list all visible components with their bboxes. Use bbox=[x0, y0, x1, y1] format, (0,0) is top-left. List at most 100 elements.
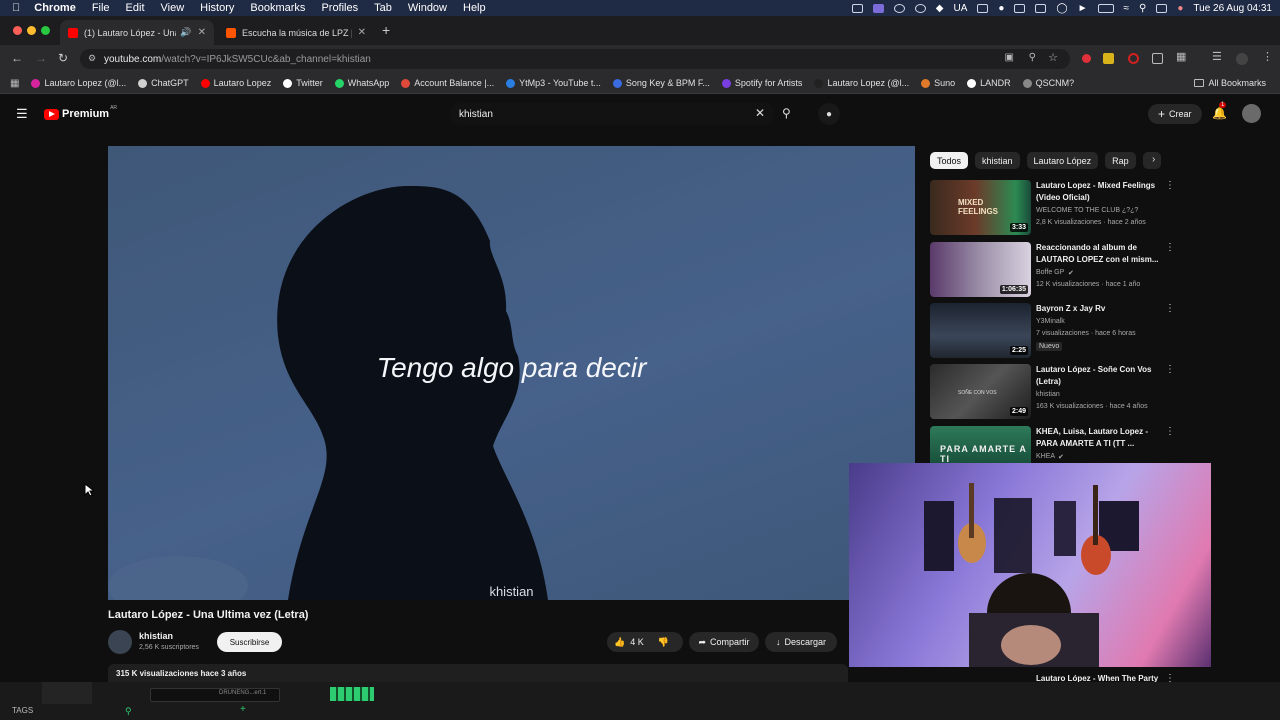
more-options-icon[interactable]: ⋮ bbox=[1165, 180, 1175, 191]
video-thumbnail[interactable]: SOÑE CON VOS 2:49 bbox=[930, 364, 1031, 419]
chips-next-icon[interactable]: › bbox=[1152, 154, 1155, 165]
bookmark-item[interactable]: LANDR bbox=[967, 78, 1011, 88]
extensions-puzzle-icon[interactable]: ▦ bbox=[1176, 50, 1186, 63]
chip-lautaro-lopez[interactable]: Lautaro López bbox=[1026, 152, 1099, 169]
recommendation-item[interactable]: SOÑE CON VOS 2:49 Lautaro López - Soñe C… bbox=[930, 364, 1180, 419]
recommendation-item[interactable]: 2:25 Bayron Z x Jay Rv Y3Minalk 7 visual… bbox=[930, 303, 1180, 358]
tab-youtube[interactable]: (1) Lautaro López - Una Ultima vez 🔊 ✕ bbox=[60, 20, 214, 45]
status-icon-d[interactable] bbox=[914, 3, 926, 13]
site-info-icon[interactable]: ⚙ bbox=[88, 53, 96, 64]
control-center-icon[interactable] bbox=[1156, 3, 1168, 13]
close-window-button[interactable] bbox=[13, 26, 22, 35]
play-status-icon[interactable]: ► bbox=[1078, 3, 1088, 14]
bookmark-item[interactable]: Lautaro Lopez bbox=[200, 78, 271, 88]
extension-icon[interactable] bbox=[1152, 53, 1163, 64]
rec-channel[interactable]: Y3Minalk bbox=[1036, 318, 1065, 325]
chip-todos[interactable]: Todos bbox=[930, 152, 969, 169]
bookmark-item[interactable]: ChatGPT bbox=[138, 78, 189, 88]
zoom-window-button[interactable] bbox=[41, 26, 50, 35]
bookmark-star-icon[interactable]: ☆ bbox=[1048, 51, 1058, 64]
recommendation-item[interactable]: 1:06:35 Reaccionando al album de LAUTARO… bbox=[930, 242, 1180, 297]
menu-profiles[interactable]: Profiles bbox=[321, 2, 358, 14]
bookmark-item[interactable]: Song Key & BPM F... bbox=[612, 78, 710, 88]
status-icon-c[interactable] bbox=[893, 3, 905, 13]
app-menu[interactable]: Chrome bbox=[34, 2, 76, 14]
bookmark-item[interactable]: Lautaro Lopez (@l... bbox=[814, 78, 909, 88]
menu-history[interactable]: History bbox=[200, 2, 234, 14]
input-language[interactable]: UA bbox=[953, 3, 967, 14]
video-thumbnail[interactable]: MIXED FEELINGS 3:33 bbox=[930, 180, 1031, 235]
recommendation-item[interactable]: MIXED FEELINGS 3:33 Lautaro Lopez - Mixe… bbox=[930, 180, 1180, 235]
bookmark-item[interactable]: Lautaro Lopez (@l... bbox=[31, 78, 126, 88]
bookmark-item[interactable]: Account Balance |... bbox=[401, 78, 494, 88]
rec-channel[interactable]: KHEA bbox=[1036, 453, 1055, 460]
forward-arrow-icon[interactable]: → bbox=[35, 51, 47, 65]
more-options-icon[interactable]: ⋮ bbox=[1165, 242, 1175, 253]
reading-list-icon[interactable]: ☰ bbox=[1212, 50, 1222, 63]
search-input[interactable]: khistian ✕ bbox=[450, 103, 775, 125]
close-tab-icon[interactable]: ✕ bbox=[358, 27, 366, 38]
notifications-bell-icon[interactable]: 🔔 bbox=[1212, 106, 1227, 120]
rec-channel[interactable]: WELCOME TO THE CLUB ¿?¿? bbox=[1036, 207, 1138, 214]
bookmark-item[interactable]: QSCNM? bbox=[1022, 78, 1074, 88]
menu-file[interactable]: File bbox=[92, 2, 110, 14]
video-player[interactable]: Tengo algo para decir khistian bbox=[108, 146, 915, 600]
hamburger-menu-icon[interactable]: ☰ bbox=[16, 106, 28, 122]
reload-icon[interactable]: ↻ bbox=[58, 51, 68, 65]
tab-lpz[interactable]: Escucha la música de LPZ | D ✕ bbox=[218, 20, 374, 45]
status-icon-b[interactable] bbox=[872, 3, 884, 13]
add-icon[interactable]: + bbox=[240, 704, 246, 715]
status-icon-e[interactable]: ◆ bbox=[936, 3, 944, 14]
chip-rap[interactable]: Rap bbox=[1105, 152, 1136, 169]
status-icon-a[interactable] bbox=[851, 3, 863, 13]
menu-bookmarks[interactable]: Bookmarks bbox=[250, 2, 305, 14]
siri-icon[interactable]: ● bbox=[1177, 3, 1183, 14]
all-bookmarks-button[interactable]: All Bookmarks bbox=[1194, 78, 1266, 88]
install-app-icon[interactable]: ▣ bbox=[1005, 52, 1014, 63]
record-extension-icon[interactable] bbox=[1128, 53, 1139, 64]
share-button[interactable]: ➦ Compartir bbox=[689, 632, 759, 652]
more-options-icon[interactable]: ⋮ bbox=[1165, 303, 1175, 314]
extension-red-icon[interactable] bbox=[1082, 54, 1091, 63]
bookmark-item[interactable]: Suno bbox=[921, 78, 955, 88]
more-options-icon[interactable]: ⋮ bbox=[1165, 364, 1175, 375]
close-tab-icon[interactable]: ✕ bbox=[198, 27, 206, 38]
back-arrow-icon[interactable]: ← bbox=[11, 51, 23, 65]
menu-tab[interactable]: Tab bbox=[374, 2, 392, 14]
apple-icon[interactable]:  bbox=[12, 2, 20, 14]
address-bar[interactable]: ⚙ youtube.com/watch?v=IP6JkSW5CUc&ab_cha… bbox=[80, 49, 1070, 69]
menu-edit[interactable]: Edit bbox=[126, 2, 145, 14]
channel-avatar[interactable] bbox=[108, 630, 132, 654]
clear-search-icon[interactable]: ✕ bbox=[755, 106, 765, 120]
more-options-icon[interactable]: ⋮ bbox=[1165, 426, 1175, 437]
wifi-icon[interactable]: ≈ bbox=[1124, 3, 1130, 14]
bookmark-item[interactable]: Twitter bbox=[283, 78, 323, 88]
bookmark-item[interactable]: WhatsApp bbox=[334, 78, 389, 88]
audio-playing-icon[interactable]: 🔊 bbox=[180, 27, 191, 38]
spotlight-icon[interactable]: ⚲ bbox=[1139, 3, 1146, 14]
status-icon-h[interactable] bbox=[1014, 3, 1026, 13]
extension-yellow-icon[interactable] bbox=[1103, 53, 1114, 64]
profile-avatar[interactable] bbox=[1236, 53, 1248, 65]
zoom-icon[interactable]: ⚲ bbox=[1029, 52, 1036, 63]
dislike-icon[interactable]: 👎 bbox=[658, 637, 669, 648]
new-tab-icon[interactable]: + bbox=[382, 22, 390, 38]
minimize-window-button[interactable] bbox=[27, 26, 36, 35]
search-icon[interactable]: ⚲ bbox=[782, 106, 791, 120]
channel-name[interactable]: khistian bbox=[139, 631, 173, 641]
chrome-menu-icon[interactable]: ⋮ bbox=[1262, 50, 1273, 63]
status-icon-i[interactable] bbox=[1035, 3, 1047, 13]
clock[interactable]: Tue 26 Aug 04:31 bbox=[1193, 3, 1272, 14]
battery-icon[interactable] bbox=[1097, 3, 1114, 13]
menu-help[interactable]: Help bbox=[463, 2, 486, 14]
video-thumbnail[interactable]: 2:25 bbox=[930, 303, 1031, 358]
like-button[interactable]: 👍 4 K 👎 bbox=[607, 632, 683, 652]
create-button[interactable]: + Crear bbox=[1148, 104, 1202, 124]
status-icon-j[interactable]: ◯ bbox=[1056, 3, 1067, 14]
youtube-premium-logo[interactable]: Premium AR bbox=[44, 105, 117, 120]
menu-window[interactable]: Window bbox=[408, 2, 447, 14]
account-avatar[interactable] bbox=[1242, 104, 1261, 123]
rec-channel[interactable]: khistian bbox=[1036, 391, 1060, 398]
voice-search-icon[interactable]: ● bbox=[818, 103, 840, 125]
video-thumbnail[interactable]: 1:06:35 bbox=[930, 242, 1031, 297]
